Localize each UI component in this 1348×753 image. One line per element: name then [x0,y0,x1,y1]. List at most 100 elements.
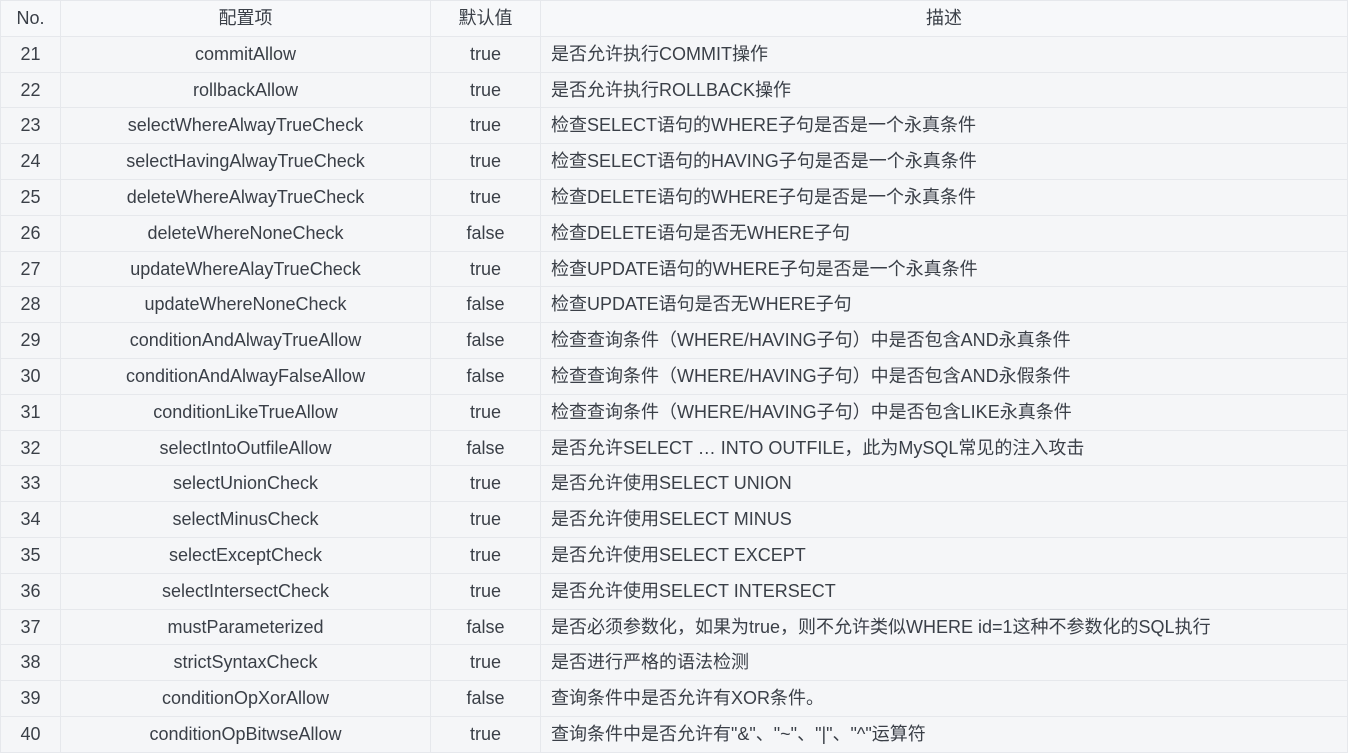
cell-item: selectWhereAlwayTrueCheck [61,108,431,144]
table-header-row: No. 配置项 默认值 描述 [1,1,1348,37]
cell-desc: 检查查询条件（WHERE/HAVING子句）中是否包含LIKE永真条件 [541,394,1348,430]
cell-item: commitAllow [61,36,431,72]
cell-desc: 是否允许使用SELECT UNION [541,466,1348,502]
cell-no: 36 [1,573,61,609]
cell-default: true [431,394,541,430]
table-row: 22rollbackAllowtrue是否允许执行ROLLBACK操作 [1,72,1348,108]
cell-item: conditionAndAlwayTrueAllow [61,323,431,359]
cell-default: false [431,215,541,251]
table-row: 26deleteWhereNoneCheckfalse检查DELETE语句是否无… [1,215,1348,251]
cell-no: 23 [1,108,61,144]
cell-no: 31 [1,394,61,430]
cell-item: selectHavingAlwayTrueCheck [61,144,431,180]
cell-desc: 是否进行严格的语法检测 [541,645,1348,681]
table-row: 35selectExceptChecktrue是否允许使用SELECT EXCE… [1,537,1348,573]
cell-no: 32 [1,430,61,466]
cell-no: 22 [1,72,61,108]
cell-default: true [431,108,541,144]
cell-no: 26 [1,215,61,251]
table-row: 32selectIntoOutfileAllowfalse是否允许SELECT … [1,430,1348,466]
cell-item: conditionLikeTrueAllow [61,394,431,430]
cell-item: strictSyntaxCheck [61,645,431,681]
table-row: 25deleteWhereAlwayTrueChecktrue检查DELETE语… [1,179,1348,215]
cell-item: selectIntersectCheck [61,573,431,609]
header-no: No. [1,1,61,37]
cell-desc: 检查查询条件（WHERE/HAVING子句）中是否包含AND永假条件 [541,358,1348,394]
cell-default: false [431,430,541,466]
cell-no: 21 [1,36,61,72]
cell-no: 40 [1,716,61,752]
cell-default: true [431,251,541,287]
cell-default: true [431,36,541,72]
table-row: 21commitAllowtrue是否允许执行COMMIT操作 [1,36,1348,72]
table-row: 31conditionLikeTrueAllowtrue检查查询条件（WHERE… [1,394,1348,430]
table-row: 24selectHavingAlwayTrueChecktrue检查SELECT… [1,144,1348,180]
cell-item: selectExceptCheck [61,537,431,573]
cell-default: true [431,466,541,502]
cell-default: false [431,358,541,394]
cell-desc: 检查UPDATE语句的WHERE子句是否是一个永真条件 [541,251,1348,287]
cell-item: conditionOpXorAllow [61,681,431,717]
cell-no: 37 [1,609,61,645]
cell-desc: 是否必须参数化，如果为true，则不允许类似WHERE id=1这种不参数化的S… [541,609,1348,645]
table-row: 27updateWhereAlayTrueChecktrue检查UPDATE语句… [1,251,1348,287]
cell-item: deleteWhereNoneCheck [61,215,431,251]
table-row: 39conditionOpXorAllowfalse查询条件中是否允许有XOR条… [1,681,1348,717]
cell-default: true [431,645,541,681]
cell-no: 28 [1,287,61,323]
cell-item: updateWhereNoneCheck [61,287,431,323]
cell-desc: 查询条件中是否允许有"&"、"~"、"|"、"^"运算符 [541,716,1348,752]
table-row: 36selectIntersectChecktrue是否允许使用SELECT I… [1,573,1348,609]
cell-default: true [431,144,541,180]
cell-desc: 检查SELECT语句的HAVING子句是否是一个永真条件 [541,144,1348,180]
cell-desc: 是否允许使用SELECT INTERSECT [541,573,1348,609]
cell-no: 39 [1,681,61,717]
cell-default: false [431,323,541,359]
cell-default: false [431,681,541,717]
cell-item: updateWhereAlayTrueCheck [61,251,431,287]
cell-desc: 检查DELETE语句的WHERE子句是否是一个永真条件 [541,179,1348,215]
cell-no: 29 [1,323,61,359]
cell-item: selectMinusCheck [61,502,431,538]
cell-default: true [431,502,541,538]
table-row: 38strictSyntaxChecktrue是否进行严格的语法检测 [1,645,1348,681]
cell-default: true [431,179,541,215]
table-row: 23selectWhereAlwayTrueChecktrue检查SELECT语… [1,108,1348,144]
cell-item: selectUnionCheck [61,466,431,502]
cell-default: true [431,716,541,752]
cell-item: conditionAndAlwayFalseAllow [61,358,431,394]
cell-item: deleteWhereAlwayTrueCheck [61,179,431,215]
table-row: 34selectMinusChecktrue是否允许使用SELECT MINUS [1,502,1348,538]
cell-item: conditionOpBitwseAllow [61,716,431,752]
table-row: 29conditionAndAlwayTrueAllowfalse检查查询条件（… [1,323,1348,359]
cell-default: true [431,537,541,573]
cell-no: 30 [1,358,61,394]
cell-no: 27 [1,251,61,287]
cell-default: false [431,609,541,645]
header-item: 配置项 [61,1,431,37]
table-row: 33selectUnionChecktrue是否允许使用SELECT UNION [1,466,1348,502]
cell-no: 24 [1,144,61,180]
cell-desc: 是否允许执行COMMIT操作 [541,36,1348,72]
cell-no: 25 [1,179,61,215]
cell-item: rollbackAllow [61,72,431,108]
cell-desc: 检查UPDATE语句是否无WHERE子句 [541,287,1348,323]
cell-desc: 是否允许SELECT … INTO OUTFILE，此为MySQL常见的注入攻击 [541,430,1348,466]
cell-no: 33 [1,466,61,502]
config-table: No. 配置项 默认值 描述 21commitAllowtrue是否允许执行CO… [0,0,1348,753]
cell-desc: 是否允许执行ROLLBACK操作 [541,72,1348,108]
cell-default: false [431,287,541,323]
table-row: 30conditionAndAlwayFalseAllowfalse检查查询条件… [1,358,1348,394]
cell-no: 38 [1,645,61,681]
table-row: 28updateWhereNoneCheckfalse检查UPDATE语句是否无… [1,287,1348,323]
cell-desc: 是否允许使用SELECT EXCEPT [541,537,1348,573]
table-row: 37mustParameterizedfalse是否必须参数化，如果为true，… [1,609,1348,645]
cell-desc: 检查查询条件（WHERE/HAVING子句）中是否包含AND永真条件 [541,323,1348,359]
cell-no: 35 [1,537,61,573]
cell-default: true [431,573,541,609]
cell-desc: 是否允许使用SELECT MINUS [541,502,1348,538]
header-desc: 描述 [541,1,1348,37]
cell-no: 34 [1,502,61,538]
table-row: 40conditionOpBitwseAllowtrue查询条件中是否允许有"&… [1,716,1348,752]
cell-desc: 检查DELETE语句是否无WHERE子句 [541,215,1348,251]
